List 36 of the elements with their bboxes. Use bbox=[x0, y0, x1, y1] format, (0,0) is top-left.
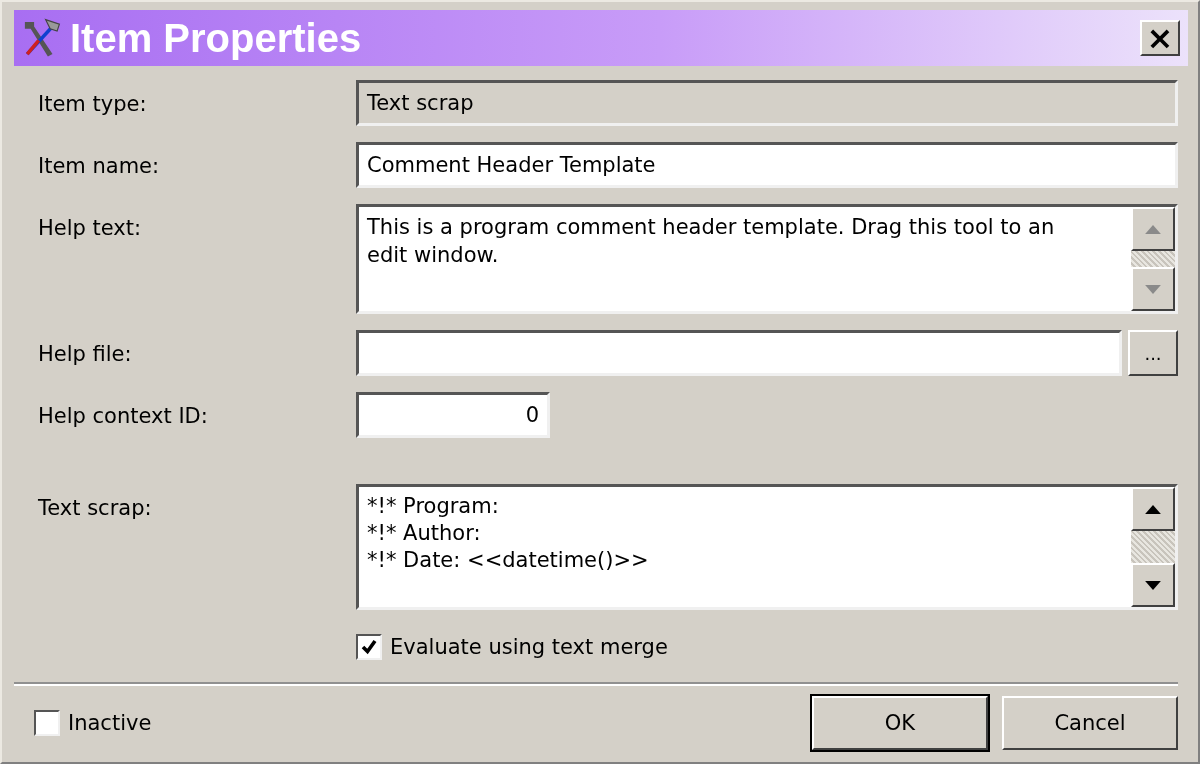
checkmark-icon bbox=[360, 638, 378, 656]
text-area[interactable]: This is a program comment header template. Drag this tool to an edit window. bbox=[356, 204, 1178, 314]
scroll-track bbox=[1131, 251, 1175, 267]
input-field[interactable] bbox=[356, 330, 1122, 376]
scroll-track bbox=[1131, 531, 1175, 563]
scroll-down-button[interactable] bbox=[1131, 563, 1175, 607]
field-label: Item type: bbox=[38, 91, 148, 116]
help-text-value: This is a program comment header template. Drag this tool to an edit window. bbox=[367, 215, 1055, 267]
code-line: *!* Date: <<datetime()>> bbox=[367, 547, 650, 574]
item-type-field: Text scrap bbox=[356, 80, 1178, 126]
checkbox[interactable] bbox=[356, 634, 382, 660]
number-field[interactable]: 0 bbox=[356, 392, 550, 438]
up-arrow-icon bbox=[1145, 504, 1161, 514]
checkbox-label: Inactive bbox=[68, 711, 152, 735]
down-arrow-icon bbox=[1145, 284, 1161, 294]
field-label: Text scrap: bbox=[38, 495, 153, 520]
checkbox[interactable] bbox=[34, 710, 60, 736]
down-arrow-icon bbox=[1145, 580, 1161, 590]
field-label: Help text: bbox=[38, 215, 143, 240]
field-label: Help context ID: bbox=[38, 403, 209, 428]
window-title: Item Properties bbox=[70, 15, 363, 61]
field-label: Help file: bbox=[38, 341, 133, 366]
input-field[interactable]: Comment Header Template bbox=[356, 142, 1178, 188]
browse-button[interactable]: ... bbox=[1128, 330, 1178, 376]
checkbox-label: Evaluate using text merge bbox=[390, 635, 668, 659]
up-arrow-icon bbox=[1145, 224, 1161, 234]
field-label: Item name: bbox=[38, 153, 161, 178]
scroll-down-button[interactable] bbox=[1131, 267, 1175, 311]
code-line: *!* Program: bbox=[367, 493, 500, 520]
ok-button[interactable]: OK bbox=[812, 696, 988, 750]
scroll-up-button[interactable] bbox=[1131, 207, 1175, 251]
code-line: *!* Author: bbox=[367, 520, 482, 547]
text-area[interactable]: *!* Program: *!* Author: *!* Date: <<datetime()>> bbox=[356, 484, 1178, 610]
close-button[interactable]: × bbox=[1140, 20, 1180, 56]
cancel-button[interactable]: Cancel bbox=[1002, 696, 1178, 750]
scroll-up-button[interactable] bbox=[1131, 487, 1175, 531]
